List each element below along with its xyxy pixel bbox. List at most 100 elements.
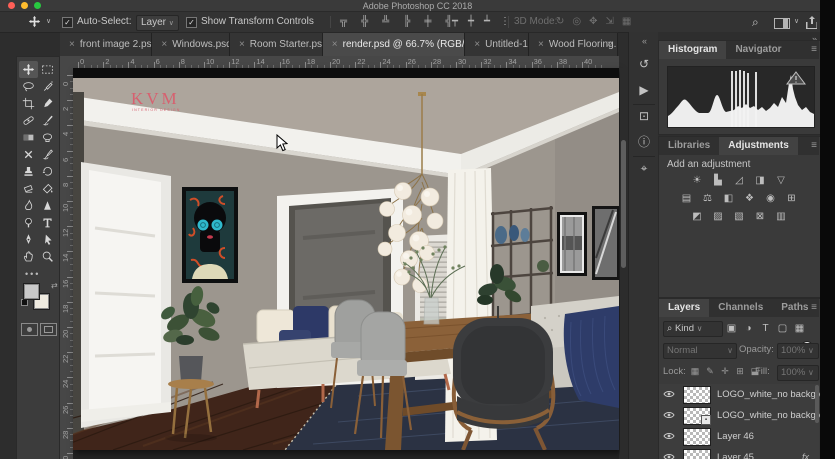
- type-tool[interactable]: [38, 214, 57, 231]
- layer-visibility-eye-icon[interactable]: [663, 389, 675, 399]
- panel-menu-icon[interactable]: ≡: [811, 44, 817, 55]
- close-tab-icon[interactable]: ×: [69, 39, 75, 50]
- document-tab-4[interactable]: × Untitled-1: [465, 33, 529, 56]
- layer-name[interactable]: LOGO_white_no backgroun...: [717, 389, 821, 400]
- close-tab-icon[interactable]: ×: [538, 39, 544, 50]
- tab-histogram[interactable]: Histogram: [659, 41, 727, 59]
- clone-stamp-tool[interactable]: [19, 163, 38, 180]
- swap-colors-icon[interactable]: ⇄: [51, 281, 58, 290]
- tab-navigator[interactable]: Navigator: [726, 41, 790, 59]
- dodge-tool[interactable]: [19, 214, 38, 231]
- canvas-scrollbar[interactable]: [620, 68, 627, 459]
- tab-libraries[interactable]: Libraries: [659, 137, 719, 155]
- layer-visibility-eye-icon[interactable]: [663, 410, 675, 420]
- lock-pixels-icon[interactable]: ✎: [704, 365, 716, 377]
- layer-row-3[interactable]: Layer 45 fx: [659, 447, 819, 459]
- document-tab-3[interactable]: × render.psd @ 66.7% (RGB/8) *: [322, 33, 466, 56]
- shape-layer-filter-icon[interactable]: ▢: [776, 322, 789, 335]
- show-transform-checkbox[interactable]: ✓: [186, 17, 197, 28]
- exposure-adjustment-icon[interactable]: ◨: [753, 175, 767, 187]
- layer-thumbnail[interactable]: ▪: [683, 407, 711, 425]
- chevron-down-icon[interactable]: ∨: [46, 15, 51, 29]
- screen-mode-button[interactable]: [40, 323, 57, 336]
- adjustment-layer-filter-icon[interactable]: ◑: [742, 322, 755, 335]
- history-panel-icon[interactable]: ↺: [629, 52, 659, 76]
- layer-visibility-eye-icon[interactable]: [663, 431, 675, 441]
- type-layer-filter-icon[interactable]: T: [759, 322, 772, 335]
- opacity-field[interactable]: 100% ∨: [777, 343, 819, 359]
- channel-mixer-adjustment-icon[interactable]: ◉: [764, 193, 778, 205]
- layer-list-scrollbar[interactable]: [815, 385, 819, 423]
- auto-select-dropdown[interactable]: Layer ∨: [136, 15, 179, 31]
- layer-thumbnail[interactable]: [683, 449, 711, 459]
- canvas-scrollbar-thumb[interactable]: [621, 140, 626, 268]
- vertical-ruler[interactable]: 024681012141618202224262830: [60, 68, 74, 459]
- sharpen-tool[interactable]: [38, 197, 57, 214]
- collapse-strip-icon[interactable]: «: [629, 36, 659, 46]
- crop-tool[interactable]: [19, 95, 38, 112]
- zoom-tool[interactable]: [38, 248, 57, 265]
- move-tool-icon[interactable]: [28, 15, 41, 29]
- fill-field[interactable]: 100% ∨: [777, 365, 819, 381]
- brightness-contrast-adjustment-icon[interactable]: ☀: [690, 175, 704, 187]
- history-brush-tool[interactable]: [38, 163, 57, 180]
- more-tools-button[interactable]: •••: [25, 269, 40, 279]
- close-tab-icon[interactable]: ×: [474, 39, 480, 50]
- spot-healing-brush-tool[interactable]: [19, 112, 38, 129]
- layer-thumbnail[interactable]: [683, 428, 711, 446]
- rectangular-marquee-tool[interactable]: [38, 61, 57, 78]
- vibrance-adjustment-icon[interactable]: ▽: [774, 175, 788, 187]
- color-lookup-adjustment-icon[interactable]: ⊞: [785, 193, 799, 205]
- threshold-adjustment-icon[interactable]: ▧: [732, 211, 746, 223]
- export-panel-icon[interactable]: ⊡: [629, 104, 659, 128]
- lasso-tool[interactable]: [19, 78, 38, 95]
- levels-adjustment-icon[interactable]: ▙: [711, 175, 725, 187]
- layer-fx-badge[interactable]: fx: [802, 452, 809, 459]
- invert-adjustment-icon[interactable]: ◩: [690, 211, 704, 223]
- layer-thumbnail[interactable]: [683, 386, 711, 404]
- document-tab-5[interactable]: × Wood Flooring.p: [528, 33, 618, 56]
- document-canvas[interactable]: KVM INTERIOR DESIGN: [73, 68, 619, 450]
- actions-panel-icon[interactable]: ▶: [629, 78, 659, 102]
- tab-adjustments[interactable]: Adjustments: [719, 137, 798, 155]
- smudge-tool[interactable]: [19, 197, 38, 214]
- layer-visibility-eye-icon[interactable]: [663, 452, 675, 459]
- panel-menu-icon[interactable]: ≡: [811, 140, 817, 151]
- panel-menu-icon[interactable]: ≡: [811, 302, 817, 313]
- selective-color-adjustment-icon[interactable]: ⊠: [753, 211, 767, 223]
- tab-layers[interactable]: Layers: [659, 299, 710, 317]
- layer-name[interactable]: Layer 45: [717, 452, 754, 459]
- pen-tool[interactable]: [19, 231, 38, 248]
- close-tab-icon[interactable]: ×: [332, 39, 338, 50]
- layer-row-1[interactable]: ▪ LOGO_white_no backgroun...: [659, 405, 821, 427]
- gradient-tool[interactable]: [19, 129, 38, 146]
- paint-bucket-tool[interactable]: [38, 180, 57, 197]
- photo-filter-adjustment-icon[interactable]: ❖: [743, 193, 757, 205]
- layer-row-0[interactable]: LOGO_white_no backgroun...: [659, 384, 821, 406]
- layer-name[interactable]: Layer 46: [717, 431, 754, 442]
- curves-adjustment-icon[interactable]: ◿: [732, 175, 746, 187]
- close-tab-icon[interactable]: ×: [161, 39, 167, 50]
- workspace-icon[interactable]: [774, 18, 790, 29]
- quick-selection-tool[interactable]: [38, 78, 57, 95]
- layer-filter-kind-dropdown[interactable]: ⌕ Kind ∨: [663, 321, 723, 337]
- eraser-tool[interactable]: [19, 180, 38, 197]
- move-tool[interactable]: [19, 61, 38, 78]
- pixel-layer-filter-icon[interactable]: ▣: [725, 322, 738, 335]
- foreground-color-swatch[interactable]: [23, 283, 40, 300]
- document-tab-0[interactable]: × front image 2.psd: [60, 33, 153, 56]
- hand-tool[interactable]: [19, 248, 38, 265]
- clone-source-panel-icon[interactable]: ⌖: [629, 156, 659, 180]
- smart-object-filter-icon[interactable]: ▦: [793, 322, 806, 335]
- slice-tool[interactable]: [19, 146, 38, 163]
- hue-saturation-adjustment-icon[interactable]: ▤: [680, 193, 694, 205]
- gradient-map-adjustment-icon[interactable]: ▥: [774, 211, 788, 223]
- layer-row-2[interactable]: Layer 46: [659, 426, 819, 448]
- blend-mode-dropdown[interactable]: Normal ∨: [663, 343, 737, 359]
- auto-select-checkbox[interactable]: ✓: [62, 17, 73, 28]
- share-icon[interactable]: [806, 16, 817, 29]
- info-panel-icon[interactable]: ⓘ: [629, 130, 659, 154]
- search-icon[interactable]: ⌕: [752, 15, 759, 29]
- close-tab-icon[interactable]: ×: [239, 39, 245, 50]
- brush-tool[interactable]: [38, 112, 57, 129]
